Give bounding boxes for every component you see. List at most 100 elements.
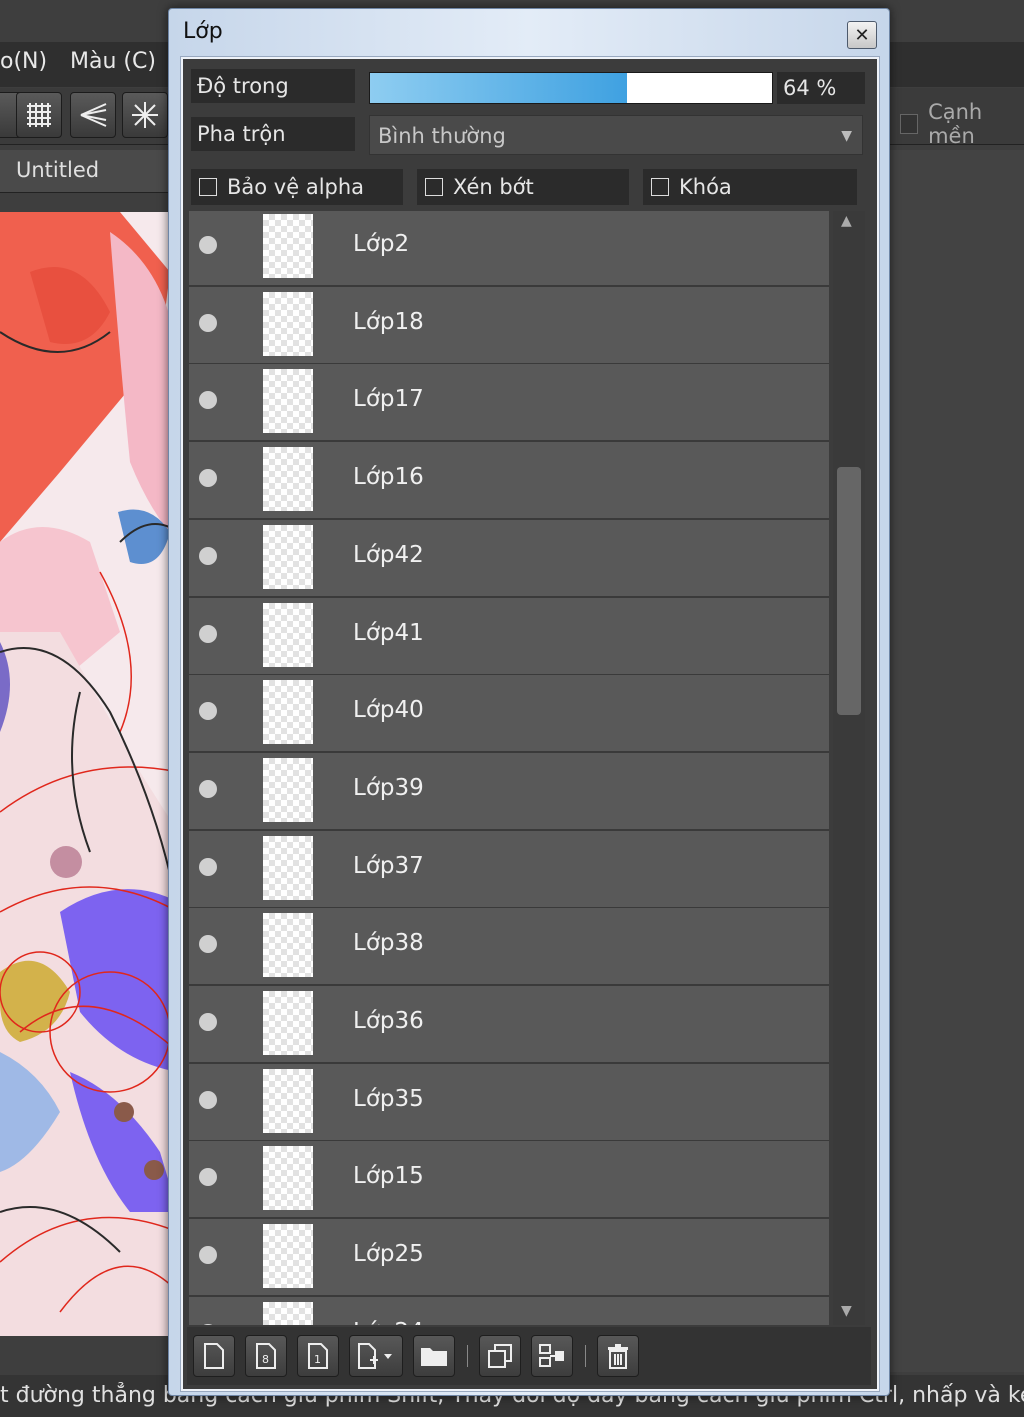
opacity-label: Độ trong	[191, 69, 355, 103]
visibility-icon[interactable]	[199, 1090, 217, 1109]
8bit-layer-icon: 8	[256, 1343, 276, 1369]
perspective-tool-button[interactable]	[70, 92, 116, 138]
layer-row[interactable]: Lớp25	[189, 1219, 829, 1298]
layer-thumbnail	[263, 291, 313, 356]
layer-list: Lớp2 Lớp18 Lớp17 Lớp16 Lớp42 Lớp41 Lớp40 Lớp39 L…	[189, 211, 833, 1325]
visibility-icon[interactable]	[199, 1246, 217, 1265]
drawing-canvas[interactable]	[0, 212, 178, 1336]
menu-item-color[interactable]: Màu (C)	[70, 49, 156, 74]
protect-alpha-label: Bảo vệ alpha	[227, 175, 365, 199]
layer-thumbnail	[263, 447, 313, 512]
visibility-icon[interactable]	[199, 313, 217, 332]
visibility-icon[interactable]	[199, 1013, 217, 1031]
scroll-thumb[interactable]	[837, 467, 861, 715]
layer-row[interactable]: Lớp36	[189, 986, 829, 1064]
layer-thumbnail	[263, 835, 313, 900]
artwork-image	[0, 212, 178, 1336]
layer-name: Lớp40	[353, 697, 424, 724]
radial-lines-icon	[132, 102, 158, 128]
lock-label: Khóa	[679, 175, 732, 199]
lock-checkbox[interactable]: Khóa	[643, 169, 857, 205]
layer-name: Lớp25	[353, 1241, 424, 1268]
visibility-icon[interactable]	[199, 857, 217, 876]
workspace-right-area	[890, 150, 1024, 1372]
panel-body: Độ trong 64 % Pha trộn Bình thường ▼ Bảo…	[180, 56, 880, 1392]
visibility-icon[interactable]	[199, 624, 217, 643]
checkbox-box	[199, 178, 217, 196]
layer-row[interactable]: Lớp24	[189, 1296, 829, 1325]
new-page-icon	[204, 1343, 224, 1369]
toolbar-divider	[467, 1345, 468, 1367]
layer-row[interactable]: Lớp16	[189, 442, 829, 521]
layer-panel: Lớp ✕ Độ trong 64 % Pha trộn Bình thường…	[168, 8, 890, 1396]
layer-toolbar: 8 1	[187, 1327, 871, 1385]
blend-mode-select[interactable]: Bình thường ▼	[369, 115, 863, 155]
visibility-icon[interactable]	[199, 702, 217, 721]
visibility-icon[interactable]	[199, 935, 217, 954]
layer-name: Lớp17	[353, 386, 424, 413]
close-button[interactable]: ✕	[847, 21, 877, 49]
layer-row[interactable]: Lớp37	[189, 830, 829, 909]
scroll-up-icon[interactable]: ▲	[841, 213, 852, 229]
visibility-icon[interactable]	[199, 391, 217, 410]
layer-row[interactable]: Lớp41	[189, 597, 829, 676]
grid-tool-button[interactable]	[16, 92, 62, 138]
opacity-value: 64 %	[777, 72, 865, 104]
menu-item-n[interactable]: o(N)	[0, 49, 47, 74]
opacity-slider-fill	[370, 73, 628, 103]
layer-row[interactable]: Lớp38	[189, 908, 829, 987]
visibility-icon[interactable]	[199, 546, 217, 565]
layer-name: Lớp35	[353, 1085, 424, 1112]
layer-name: Lớp42	[353, 541, 424, 568]
layer-row[interactable]: Lớp39	[189, 752, 829, 831]
duplicate-icon	[488, 1344, 512, 1368]
layer-row[interactable]: Lớp42	[189, 519, 829, 598]
merge-down-button[interactable]	[531, 1335, 573, 1377]
radial-tool-button[interactable]	[122, 92, 168, 138]
opacity-slider[interactable]	[369, 72, 773, 104]
layer-thumbnail	[263, 1068, 313, 1133]
panel-title: Lớp	[183, 19, 223, 44]
soft-edge-option[interactable]: Cạnh mền	[900, 100, 1024, 148]
new-layer-button[interactable]	[193, 1335, 235, 1377]
clipping-checkbox[interactable]: Xén bớt	[417, 169, 629, 205]
blend-label: Pha trộn	[191, 117, 355, 151]
svg-text:1: 1	[314, 1353, 321, 1366]
visibility-icon[interactable]	[199, 469, 217, 488]
layer-thumbnail	[263, 680, 313, 745]
add-layer-menu-button[interactable]	[349, 1335, 403, 1377]
layer-row[interactable]: Lớp40	[189, 675, 829, 754]
layer-name: Lớp2	[353, 231, 410, 257]
document-tab-label: Untitled	[16, 158, 100, 182]
layer-name: Lớp37	[353, 852, 424, 879]
layer-thumbnail	[263, 214, 313, 278]
new-8bit-layer-button[interactable]: 8	[245, 1335, 287, 1377]
layer-row[interactable]: Lớp15	[189, 1141, 829, 1220]
new-folder-button[interactable]	[413, 1335, 455, 1377]
layer-thumbnail	[263, 369, 313, 434]
layer-name: Lớp39	[353, 774, 424, 801]
delete-layer-button[interactable]	[597, 1335, 639, 1377]
visibility-icon[interactable]	[199, 779, 217, 798]
layer-thumbnail	[263, 602, 313, 667]
visibility-icon[interactable]	[199, 236, 217, 254]
layer-name: Lớp41	[353, 619, 424, 646]
duplicate-layer-button[interactable]	[479, 1335, 521, 1377]
new-1bit-layer-button[interactable]: 1	[297, 1335, 339, 1377]
layer-thumbnail	[263, 1146, 313, 1211]
layer-row[interactable]: Lớp35	[189, 1063, 829, 1142]
document-tab[interactable]: Untitled	[0, 150, 170, 193]
layer-thumbnail	[263, 913, 313, 978]
scroll-down-icon[interactable]: ▼	[841, 1303, 852, 1319]
visibility-icon[interactable]	[199, 1323, 217, 1325]
layer-row[interactable]: Lớp18	[189, 286, 829, 365]
layer-row[interactable]: Lớp17	[189, 364, 829, 443]
soft-edge-checkbox[interactable]	[900, 114, 919, 134]
layer-row[interactable]: Lớp2	[189, 211, 829, 287]
visibility-icon[interactable]	[199, 1168, 217, 1187]
layer-name: Lớp15	[353, 1163, 424, 1190]
protect-alpha-checkbox[interactable]: Bảo vệ alpha	[191, 169, 403, 205]
layer-list-scrollbar[interactable]: ▲ ▼	[833, 211, 865, 1325]
merge-icon	[539, 1344, 564, 1367]
layer-thumbnail	[263, 1224, 313, 1289]
